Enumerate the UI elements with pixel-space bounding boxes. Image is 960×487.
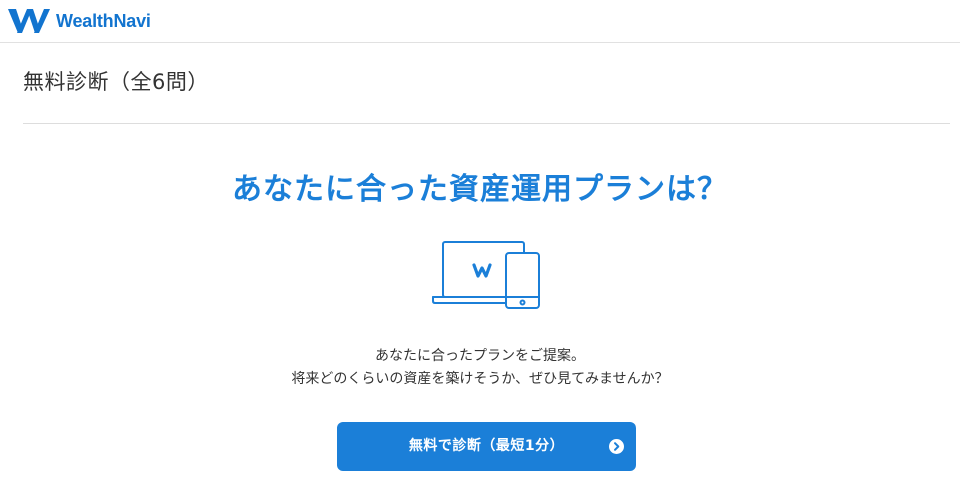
start-diagnosis-label: 無料で診断（最短1分） (408, 438, 565, 454)
brand-name: WealthNavi (56, 10, 151, 31)
start-diagnosis-button[interactable]: 無料で診断（最短1分） (337, 422, 636, 471)
divider (23, 123, 950, 124)
page-title: 無料診断（全6問） (23, 70, 209, 94)
description-line-1: あなたに合ったプランをご提案。 (375, 348, 585, 364)
chevron-right-circle-icon (609, 439, 624, 454)
description-line-2: 将来どのくらいの資産を築けそうか、ぜひ見てみませんか？ (291, 371, 669, 387)
wealthnavi-logo-icon (8, 9, 50, 33)
brand-logo-link[interactable]: WealthNavi (8, 6, 151, 36)
laptop-and-smartphone-icon (432, 240, 542, 310)
description: あなたに合ったプランをご提案。 将来どのくらいの資産を築けそうか、ぜひ見てみませ… (0, 345, 960, 391)
site-header: WealthNavi (0, 0, 960, 43)
hero-headline: あなたに合った資産運用プランは？ (232, 172, 728, 207)
